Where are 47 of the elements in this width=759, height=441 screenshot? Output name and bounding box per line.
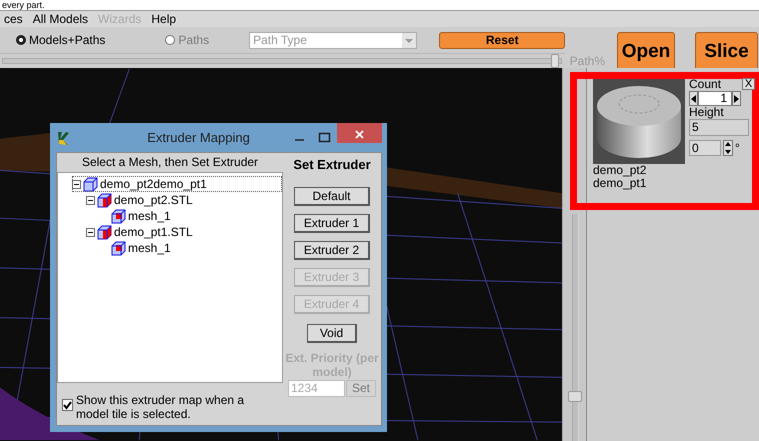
dialog-title: Extruder Mapping: [146, 128, 251, 147]
cube-icon: [97, 224, 112, 240]
height-label: Height: [689, 106, 724, 119]
left-arrow-icon: [691, 94, 696, 102]
right-arrow-icon: [734, 94, 739, 102]
cube-icon: [111, 208, 126, 224]
spinner-arrows-icon[interactable]: [723, 140, 733, 156]
collapse-icon[interactable]: [72, 180, 81, 188]
slider-thumb[interactable]: [551, 54, 560, 68]
menu-item[interactable]: All Models: [32, 12, 88, 26]
radio-option[interactable]: Models+Paths: [16, 31, 106, 49]
void-button[interactable]: Void: [307, 324, 357, 342]
tree-item[interactable]: demo_pt2.STL: [86, 192, 282, 208]
section-heading: Set Extruder: [293, 156, 371, 174]
slider-thumb[interactable]: [568, 390, 582, 402]
model-name: demo_pt1: [593, 177, 648, 190]
extruder-button[interactable]: Extruder 2: [294, 240, 370, 260]
tree-item[interactable]: mesh_1: [100, 208, 282, 224]
count-field[interactable]: 1: [698, 91, 732, 106]
count-label: Count: [689, 78, 722, 91]
tree-item[interactable]: demo_pt2demo_pt1: [72, 176, 282, 192]
reset-button[interactable]: Reset: [439, 32, 565, 48]
degree-unit: °: [735, 140, 740, 157]
checkbox[interactable]: [62, 399, 73, 411]
increment-button[interactable]: [732, 91, 741, 106]
close-button[interactable]: [337, 123, 382, 143]
close-button[interactable]: X: [742, 78, 755, 90]
caption-text: every part.: [1, 0, 45, 10]
close-icon: [355, 130, 364, 139]
collapse-icon[interactable]: [86, 228, 95, 236]
extruder-button[interactable]: Extruder 1: [294, 214, 370, 232]
checkbox-label: Show this extruder map when a model tile is selected.: [76, 393, 246, 421]
rotation-field[interactable]: 0: [689, 140, 721, 156]
cube-icon: [97, 192, 112, 208]
cube-icon: [111, 240, 126, 256]
model-name: demo_pt2: [593, 164, 648, 177]
tree-item[interactable]: demo_pt1.STL: [86, 224, 282, 240]
app-logo-icon: [56, 130, 70, 146]
menu-item[interactable]: ces: [4, 12, 23, 26]
cube-icon: [83, 176, 98, 192]
decrement-button[interactable]: [689, 91, 698, 106]
collapse-icon[interactable]: [86, 196, 95, 204]
tree-item[interactable]: mesh_1: [100, 240, 282, 256]
checkmark-icon: [63, 400, 72, 410]
height-field[interactable]: 5: [689, 119, 749, 136]
menu-item[interactable]: Help: [151, 12, 176, 26]
extruder-button[interactable]: Default: [294, 186, 370, 206]
